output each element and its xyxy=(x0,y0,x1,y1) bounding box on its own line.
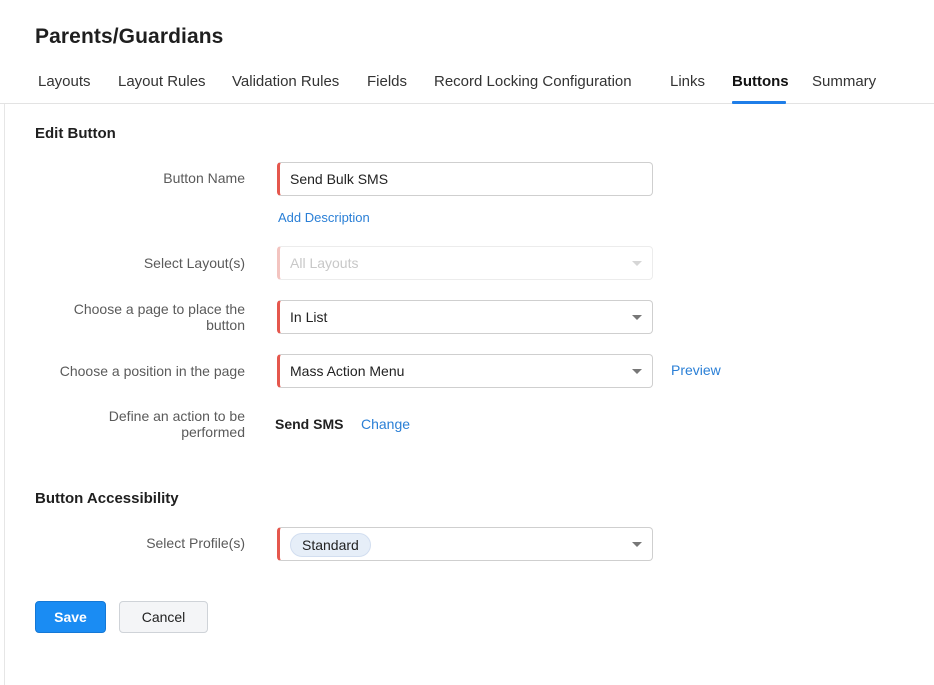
button-name-label: Button Name xyxy=(163,170,245,186)
action-value: Send SMS xyxy=(275,416,344,432)
position-label: Choose a position in the page xyxy=(59,363,245,379)
button-name-input[interactable]: Send Bulk SMS xyxy=(277,162,653,196)
select-profiles-dropdown[interactable]: Standard xyxy=(277,527,653,561)
tab-record-locking-configuration[interactable]: Record Locking Configuration xyxy=(434,73,632,90)
chevron-down-icon xyxy=(632,369,642,374)
change-action-link[interactable]: Change xyxy=(361,416,410,432)
active-tab-indicator xyxy=(732,101,786,104)
select-layouts-label: Select Layout(s) xyxy=(143,255,245,271)
tab-buttons[interactable]: Buttons xyxy=(732,73,789,90)
page-placement-dropdown[interactable]: In List xyxy=(277,300,653,334)
button-accessibility-heading: Button Accessibility xyxy=(35,490,179,507)
tab-summary[interactable]: Summary xyxy=(812,73,876,90)
action-label: Define an action to be performed xyxy=(108,408,245,440)
left-divider xyxy=(4,103,5,685)
page-title: Parents/Guardians xyxy=(35,25,224,48)
chevron-down-icon xyxy=(632,315,642,320)
page: Parents/Guardians Layouts Layout Rules V… xyxy=(0,0,934,685)
tab-validation-rules[interactable]: Validation Rules xyxy=(232,73,339,90)
page-placement-label: Choose a page to place the button xyxy=(73,301,245,333)
chevron-down-icon xyxy=(632,542,642,547)
add-description-link[interactable]: Add Description xyxy=(278,210,370,225)
select-layouts-dropdown: All Layouts xyxy=(277,246,653,280)
position-value: Mass Action Menu xyxy=(290,363,405,379)
tab-layouts[interactable]: Layouts xyxy=(38,73,91,90)
button-name-value: Send Bulk SMS xyxy=(290,171,389,187)
position-dropdown[interactable]: Mass Action Menu xyxy=(277,354,653,388)
select-layouts-value: All Layouts xyxy=(290,255,359,271)
page-placement-value: In List xyxy=(290,309,328,325)
preview-link[interactable]: Preview xyxy=(671,362,721,378)
edit-button-heading: Edit Button xyxy=(35,125,116,142)
cancel-button[interactable]: Cancel xyxy=(119,601,208,633)
tab-bar: Layouts Layout Rules Validation Rules Fi… xyxy=(0,64,934,104)
profile-chip-standard[interactable]: Standard xyxy=(290,533,371,557)
tab-layout-rules[interactable]: Layout Rules xyxy=(118,73,206,90)
tab-fields[interactable]: Fields xyxy=(367,73,407,90)
chevron-down-icon xyxy=(632,261,642,266)
select-profiles-label: Select Profile(s) xyxy=(146,535,245,551)
tab-links[interactable]: Links xyxy=(670,73,705,90)
save-button[interactable]: Save xyxy=(35,601,106,633)
